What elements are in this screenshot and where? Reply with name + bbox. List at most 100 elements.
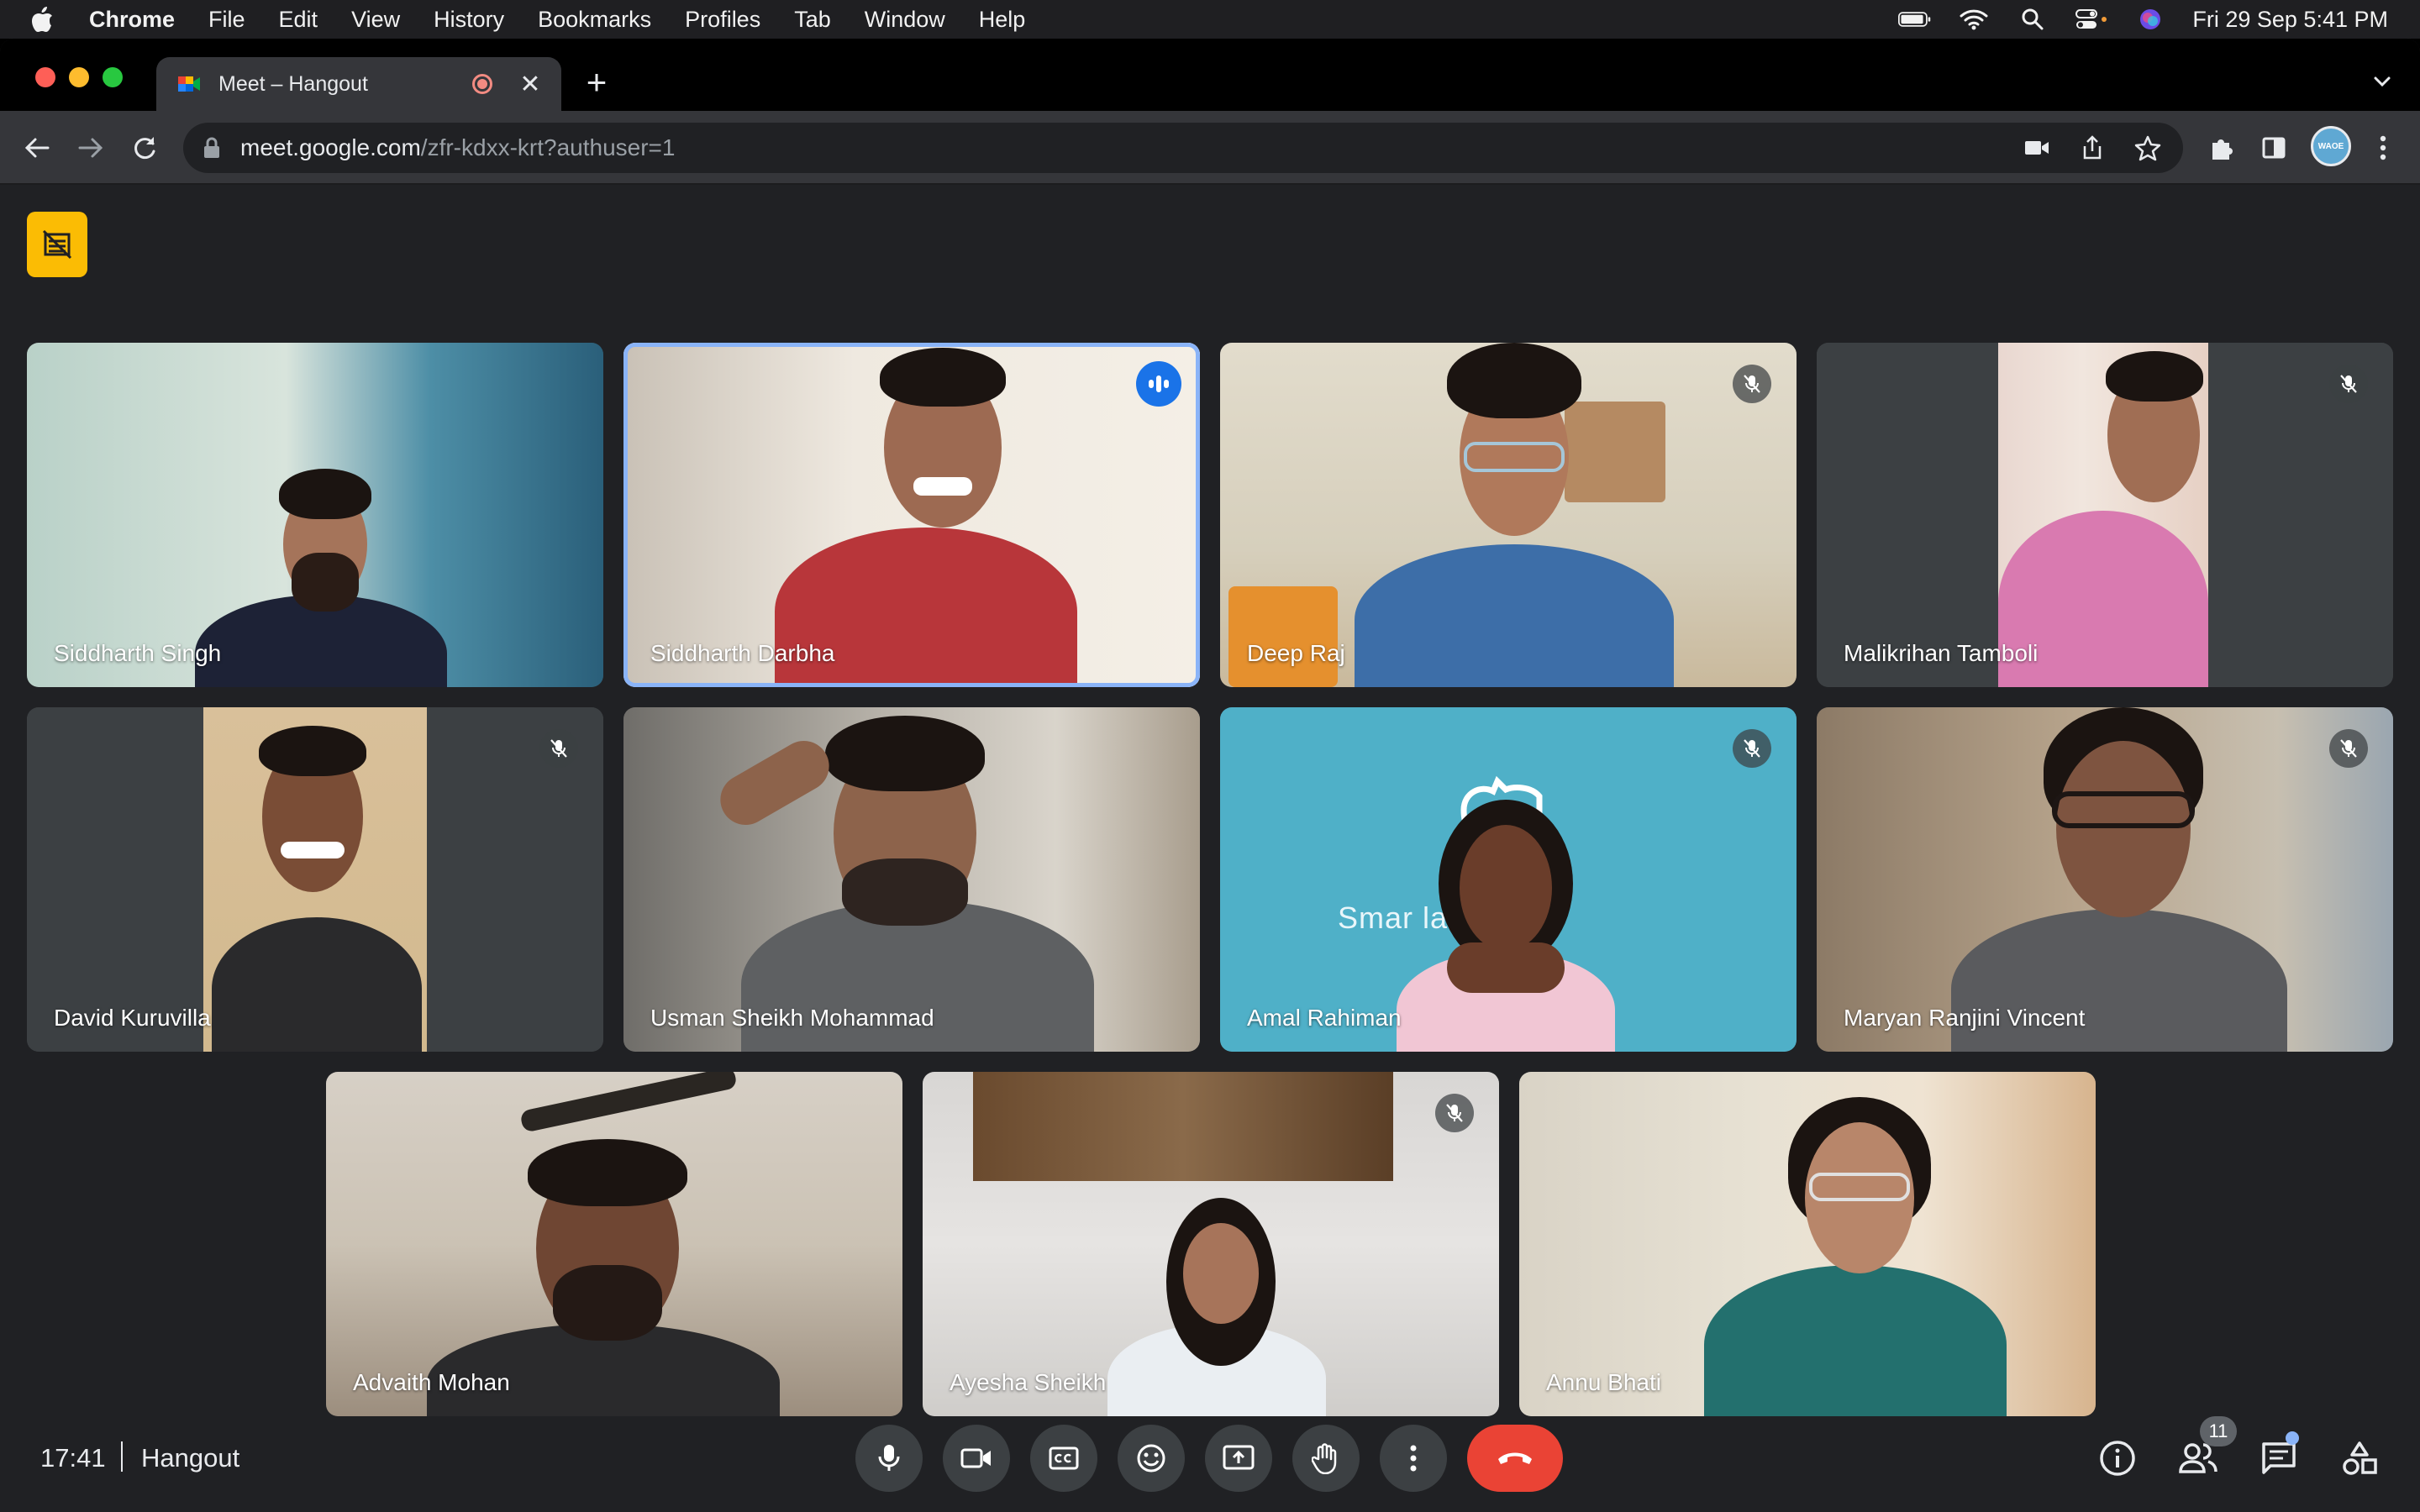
- chrome-menu-kebab-icon[interactable]: [2363, 128, 2403, 168]
- menu-history[interactable]: History: [434, 7, 504, 33]
- end-call-icon: [1498, 1452, 1532, 1464]
- address-bar[interactable]: meet.google.com /zfr-kdxx-krt?authuser=1: [183, 123, 2183, 173]
- menu-tab[interactable]: Tab: [794, 7, 831, 33]
- meeting-clock: 17:41: [40, 1443, 106, 1473]
- zoom-window-button[interactable]: [103, 67, 123, 87]
- camera-in-use-icon[interactable]: [2022, 133, 2052, 163]
- muted-mic-icon: [539, 729, 578, 768]
- meet-stage: Siddharth Singh Siddharth Darbha Deep Ra…: [0, 186, 2420, 1512]
- closed-captions-icon: [1049, 1446, 1079, 1470]
- more-options-button[interactable]: [1380, 1425, 1447, 1492]
- apple-logo-icon[interactable]: [30, 6, 54, 33]
- participant-tile-deep-raj[interactable]: Deep Raj: [1220, 343, 1797, 687]
- hand-icon: [1312, 1443, 1337, 1474]
- spotlight-search-icon[interactable]: [2016, 7, 2049, 32]
- participant-tile-annu-bhati[interactable]: Annu Bhati: [1519, 1072, 2096, 1416]
- muted-mic-icon: [2329, 729, 2368, 768]
- divider: [121, 1441, 123, 1472]
- participant-name: Maryan Ranjini Vincent: [1844, 1005, 2086, 1031]
- participant-tile-david-kuruvilla[interactable]: David Kuruvilla: [27, 707, 603, 1052]
- macos-menu-bar: Chrome File Edit View History Bookmarks …: [0, 0, 2420, 39]
- menu-bookmarks[interactable]: Bookmarks: [538, 7, 651, 33]
- url-host: meet.google.com: [240, 134, 421, 160]
- browser-toolbar: meet.google.com /zfr-kdxx-krt?authuser=1…: [0, 111, 2420, 185]
- participant-tile-amal-rahiman[interactable]: Smar latform Amal Rahiman: [1220, 707, 1797, 1052]
- no-recording-icon: [42, 229, 72, 260]
- info-icon: [2100, 1441, 2135, 1476]
- participant-name: David Kuruvilla: [54, 1005, 211, 1031]
- present-screen-icon: [1223, 1445, 1255, 1470]
- participant-tile-advaith-mohan[interactable]: Advaith Mohan: [326, 1072, 902, 1416]
- participant-count-badge: 11: [2200, 1416, 2237, 1446]
- lock-icon[interactable]: [202, 136, 222, 160]
- menu-file[interactable]: File: [208, 7, 245, 33]
- activities-button[interactable]: [2336, 1435, 2383, 1482]
- muted-mic-icon: [1733, 729, 1771, 768]
- reactions-button[interactable]: [1118, 1425, 1185, 1492]
- control-center-icon[interactable]: [2075, 7, 2108, 32]
- menu-profiles[interactable]: Profiles: [685, 7, 760, 33]
- participant-tile-usman-sheikh-mohammad[interactable]: Usman Sheikh Mohammad: [623, 707, 1200, 1052]
- menubar-date-time[interactable]: Fri 29 Sep 5:41 PM: [2192, 7, 2388, 33]
- tab-meet-hangout[interactable]: Meet – Hangout ✕: [156, 57, 561, 111]
- profile-avatar[interactable]: WAOE: [2311, 126, 2351, 166]
- menu-app-name[interactable]: Chrome: [89, 7, 175, 33]
- close-window-button[interactable]: [35, 67, 55, 87]
- forward-arrow-icon[interactable]: [71, 128, 111, 168]
- meeting-details-button[interactable]: [2094, 1435, 2141, 1482]
- participant-name: Deep Raj: [1247, 640, 1345, 666]
- side-panel-icon[interactable]: [2254, 128, 2294, 168]
- battery-icon[interactable]: [1898, 7, 1932, 32]
- raise-hand-button[interactable]: [1292, 1425, 1360, 1492]
- emoji-icon: [1137, 1444, 1165, 1473]
- menu-help[interactable]: Help: [979, 7, 1026, 33]
- new-tab-button[interactable]: +: [580, 64, 613, 101]
- video-camera-icon: [960, 1448, 991, 1468]
- bookmark-star-icon[interactable]: [2133, 133, 2163, 163]
- chat-icon: [2262, 1442, 2296, 1474]
- muted-mic-icon: [1733, 365, 1771, 403]
- tab-search-chevron-icon[interactable]: [2370, 69, 2395, 94]
- minimize-window-button[interactable]: [69, 67, 89, 87]
- meeting-control-bar: 17:41 Hangout 11: [0, 1393, 2420, 1512]
- meeting-title: Hangout: [141, 1443, 240, 1473]
- tab-close-button[interactable]: ✕: [518, 70, 543, 99]
- media-notice-button[interactable]: [27, 212, 87, 277]
- share-icon[interactable]: [2077, 133, 2107, 163]
- more-vertical-icon: [1410, 1445, 1417, 1472]
- recording-indicator-icon: [472, 74, 492, 94]
- leave-call-button[interactable]: [1467, 1425, 1563, 1492]
- tab-strip: Meet – Hangout ✕ +: [0, 39, 2420, 111]
- menu-window[interactable]: Window: [865, 7, 945, 33]
- participant-tile-malikrihan-tamboli[interactable]: Malikrihan Tamboli: [1817, 343, 2393, 687]
- people-icon: [2179, 1443, 2217, 1473]
- url-path: /zfr-kdxx-krt?authuser=1: [420, 134, 676, 160]
- participant-name: Amal Rahiman: [1247, 1005, 1402, 1031]
- participant-tile-ayesha-sheikh[interactable]: Ayesha Sheikh: [923, 1072, 1499, 1416]
- participant-tile-maryan-ranjini-vincent[interactable]: Maryan Ranjini Vincent: [1817, 707, 2393, 1052]
- captions-button[interactable]: [1030, 1425, 1097, 1492]
- menu-edit[interactable]: Edit: [279, 7, 318, 33]
- microphone-toggle-button[interactable]: [855, 1425, 923, 1492]
- activities-shapes-icon: [2343, 1441, 2377, 1475]
- speaking-indicator-icon: [1136, 361, 1181, 407]
- siri-icon[interactable]: [2133, 7, 2167, 32]
- tab-title: Meet – Hangout: [218, 71, 368, 96]
- muted-mic-icon: [1435, 1094, 1474, 1132]
- present-screen-button[interactable]: [1205, 1425, 1272, 1492]
- participant-name: Siddharth Darbha: [650, 640, 835, 666]
- wifi-icon[interactable]: [1957, 7, 1991, 32]
- microphone-icon: [878, 1445, 900, 1471]
- participant-tile-siddharth-darbha[interactable]: Siddharth Darbha: [623, 343, 1200, 687]
- browser-window: Meet – Hangout ✕ + meet.google.com /zfr-…: [0, 39, 2420, 1512]
- participant-name: Usman Sheikh Mohammad: [650, 1005, 934, 1031]
- reload-icon[interactable]: [124, 128, 165, 168]
- back-arrow-icon[interactable]: [17, 128, 57, 168]
- extensions-puzzle-icon[interactable]: [2202, 128, 2242, 168]
- muted-mic-icon: [2329, 365, 2368, 403]
- participant-name: Siddharth Singh: [54, 640, 222, 666]
- menu-view[interactable]: View: [351, 7, 400, 33]
- participant-name: Malikrihan Tamboli: [1844, 640, 2039, 666]
- camera-toggle-button[interactable]: [943, 1425, 1010, 1492]
- participant-tile-siddharth-singh[interactable]: Siddharth Singh: [27, 343, 603, 687]
